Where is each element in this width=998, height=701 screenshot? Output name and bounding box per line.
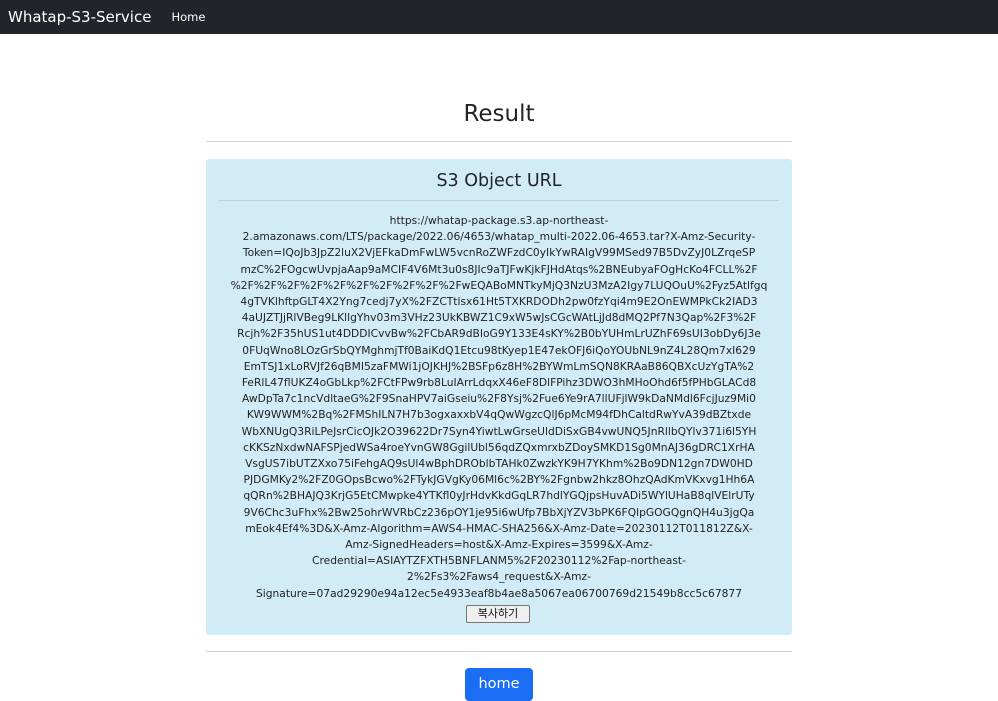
copy-button[interactable]: 복사하기 bbox=[466, 605, 530, 623]
s3-object-url-text: https://whatap-package.s3.ap-northeast- … bbox=[230, 214, 768, 600]
card-divider bbox=[219, 200, 779, 201]
card-title: S3 Object URL bbox=[436, 171, 562, 191]
navbar-brand[interactable]: Whatap-S3-Service bbox=[8, 8, 151, 26]
page-title: Result bbox=[463, 101, 535, 127]
top-divider bbox=[206, 141, 792, 142]
nav-link-home[interactable]: Home bbox=[171, 10, 205, 24]
top-navbar: Whatap-S3-Service Home bbox=[0, 0, 998, 34]
bottom-divider bbox=[206, 651, 792, 652]
home-button[interactable]: home bbox=[465, 668, 533, 701]
